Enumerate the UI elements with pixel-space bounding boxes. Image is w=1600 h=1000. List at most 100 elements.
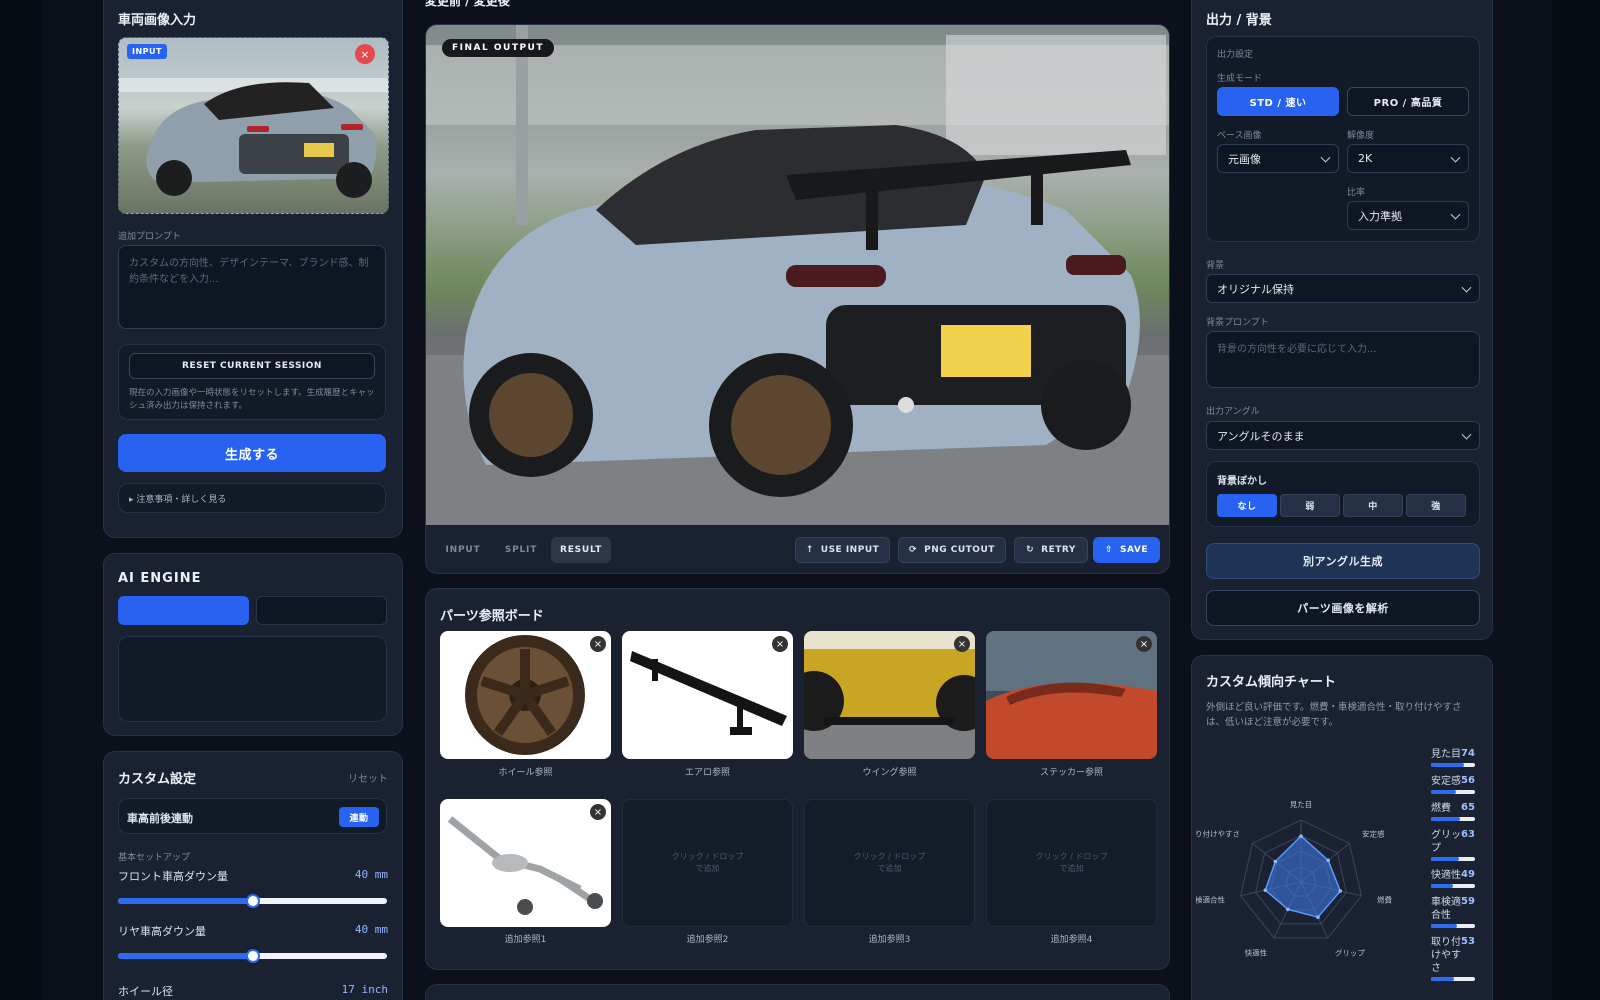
reset-session-button[interactable]: RESET CURRENT SESSION (129, 353, 375, 379)
ai-engine-title: AI ENGINE (118, 571, 202, 586)
ratio-select[interactable]: 入力準拠 (1347, 201, 1469, 230)
part-caption: 追加参照4 (1050, 935, 1093, 945)
part-slot-sticker[interactable]: × (986, 631, 1157, 759)
radar-point (1326, 858, 1330, 863)
tab-result[interactable]: RESULT (551, 537, 611, 563)
analyze-parts-button[interactable]: パーツ画像を解析 (1206, 590, 1480, 626)
retry-icon: ↻ (1026, 545, 1035, 555)
wing-image (630, 651, 787, 735)
radar-axis-label: 燃費 (1377, 894, 1392, 904)
angle-select[interactable]: アングルそのまま (1206, 421, 1480, 450)
tab-input[interactable]: INPUT (436, 537, 490, 563)
metric-bar (1431, 763, 1475, 767)
parts-board-title: パーツ参照ボード (440, 609, 544, 624)
remove-part-icon[interactable]: × (1136, 636, 1152, 652)
notes-toggle[interactable]: ▸ 注意事項・詳しく見る (118, 483, 386, 513)
radar-axis-label: 快適性 (1245, 947, 1268, 957)
output-car-illustration (426, 25, 1169, 525)
custom-trend-chart-panel: カスタム傾向チャート 外側ほど良い評価です。燃費・車検適合性・取り付けやすさは、… (1191, 655, 1493, 1000)
rear-height-value: 40 mm (354, 923, 388, 936)
metric-value: 49 (1461, 869, 1475, 880)
blur-option-strong[interactable]: 強 (1406, 494, 1466, 517)
background-prompt-label: 背景プロンプト (1206, 318, 1269, 328)
save-button[interactable]: ⇧ SAVE (1093, 537, 1160, 563)
output-image (426, 25, 1169, 525)
mode-pro-button[interactable]: PRO / 高品質 (1347, 87, 1469, 116)
front-height-knob[interactable] (245, 894, 260, 908)
metric-bar-fill (1431, 817, 1460, 821)
input-image[interactable] (118, 37, 389, 214)
remove-part-icon[interactable]: × (954, 636, 970, 652)
part-slot-extra-4[interactable]: クリック / ドロップ で追加 (986, 799, 1157, 927)
blur-option-medium[interactable]: 中 (1343, 494, 1403, 517)
output-panel: FINAL OUTPUT INPUT SPLIT RESULT ↑ USE INP… (425, 24, 1170, 574)
part-slot-aero[interactable]: × (622, 631, 793, 759)
blur-option-none[interactable]: なし (1217, 494, 1277, 517)
background-select[interactable]: オリジナル保持 (1206, 274, 1480, 303)
generate-button[interactable]: 生成する (118, 434, 386, 472)
base-image-label: ベース画像 (1217, 131, 1262, 141)
radar-point (1273, 859, 1278, 864)
metric-bar (1431, 924, 1475, 928)
tab-split[interactable]: SPLIT (494, 537, 548, 563)
rear-height-fill (118, 953, 253, 959)
mode-std-button[interactable]: STD / 速い (1217, 87, 1339, 116)
height-link-toggle[interactable]: 連動 (339, 807, 379, 827)
metric-bar-fill (1431, 977, 1455, 981)
front-height-slider[interactable] (118, 894, 387, 908)
prompt-label: 追加プロンプト (118, 232, 181, 242)
chevron-down-icon (1450, 152, 1461, 163)
background-value: オリジナル保持 (1217, 282, 1294, 296)
resolution-select[interactable]: 2K (1347, 144, 1469, 173)
base-image-select[interactable]: 元画像 (1217, 144, 1339, 173)
rear-height-slider[interactable] (118, 949, 387, 963)
angle-value: アングルそのまま (1217, 429, 1305, 443)
resolution-label: 解像度 (1347, 131, 1375, 141)
custom-reset-link[interactable]: リセット (348, 770, 388, 785)
metric-value: 56 (1461, 775, 1475, 786)
part-slot-extra-3[interactable]: クリック / ドロップ で追加 (804, 799, 975, 927)
metric-bar (1431, 817, 1475, 821)
prompt-input[interactable]: カスタムの方向性、デザインテーマ、ブランド感、制約条件などを入力... (118, 245, 386, 329)
output-settings-box: 出力設定 生成モード STD / 速い PRO / 高品質 ベース画像 解像度 … (1206, 36, 1480, 242)
chart-title: カスタム傾向チャート (1206, 675, 1336, 690)
height-link-label: 車高前後連動 (127, 812, 193, 825)
part-slot-wheel[interactable]: × (440, 631, 611, 759)
metric-value: 74 (1461, 748, 1475, 759)
engine-option-primary[interactable] (118, 596, 249, 625)
right-gutter (1552, 0, 1600, 1000)
alt-angle-button[interactable]: 別アングル生成 (1206, 543, 1480, 579)
engine-option-secondary[interactable] (256, 596, 387, 625)
remove-input-icon[interactable]: × (355, 44, 375, 64)
notes-link: ▸ 注意事項・詳しく見る (129, 494, 227, 505)
vehicle-input-title: 車両画像入力 (118, 13, 197, 28)
chevron-down-icon (1320, 152, 1331, 163)
png-cutout-button[interactable]: ⟳ PNG CUTOUT (898, 537, 1006, 563)
metric-bar (1431, 790, 1475, 794)
side-skirt-image (804, 631, 975, 759)
output-settings-label: 出力設定 (1217, 50, 1254, 60)
blur-option-weak[interactable]: 弱 (1280, 494, 1340, 517)
radar-point (1338, 889, 1343, 893)
output-background-panel: 出力 / 背景 出力設定 生成モード STD / 速い PRO / 高品質 ベー… (1191, 0, 1493, 640)
use-input-button[interactable]: ↑ USE INPUT (795, 537, 890, 563)
metric-bar (1431, 884, 1475, 888)
remove-part-icon[interactable]: × (590, 636, 606, 652)
rear-height-knob[interactable] (245, 949, 260, 963)
before-after-label: 変更前 / 変更後 (425, 0, 510, 8)
blur-box: 背景ぼかし なし 弱 中 強 (1206, 461, 1480, 527)
background-prompt-input[interactable]: 背景の方向性を必要に応じて入力... (1206, 331, 1480, 388)
cutout-icon: ⟳ (909, 545, 918, 555)
metric-bar (1431, 977, 1475, 981)
remove-part-icon[interactable]: × (772, 636, 788, 652)
part-slot-wing[interactable]: × (804, 631, 975, 759)
part-slot-extra-2[interactable]: クリック / ドロップ で追加 (622, 799, 793, 927)
parts-board-panel: パーツ参照ボード × ホイール参照 × エアロ参照 × ウイング参照 × ステッ… (425, 588, 1170, 970)
retry-button[interactable]: ↻ RETRY (1014, 537, 1088, 563)
metric-label: グリッ プ (1431, 830, 1461, 854)
metric-bar-fill (1431, 884, 1453, 888)
part-slot-extra-1[interactable]: × (440, 799, 611, 927)
remove-part-icon[interactable]: × (590, 804, 606, 820)
radar-axis-label: 取り付けやすさ (1196, 828, 1240, 838)
metric-value: 59 (1461, 896, 1475, 907)
